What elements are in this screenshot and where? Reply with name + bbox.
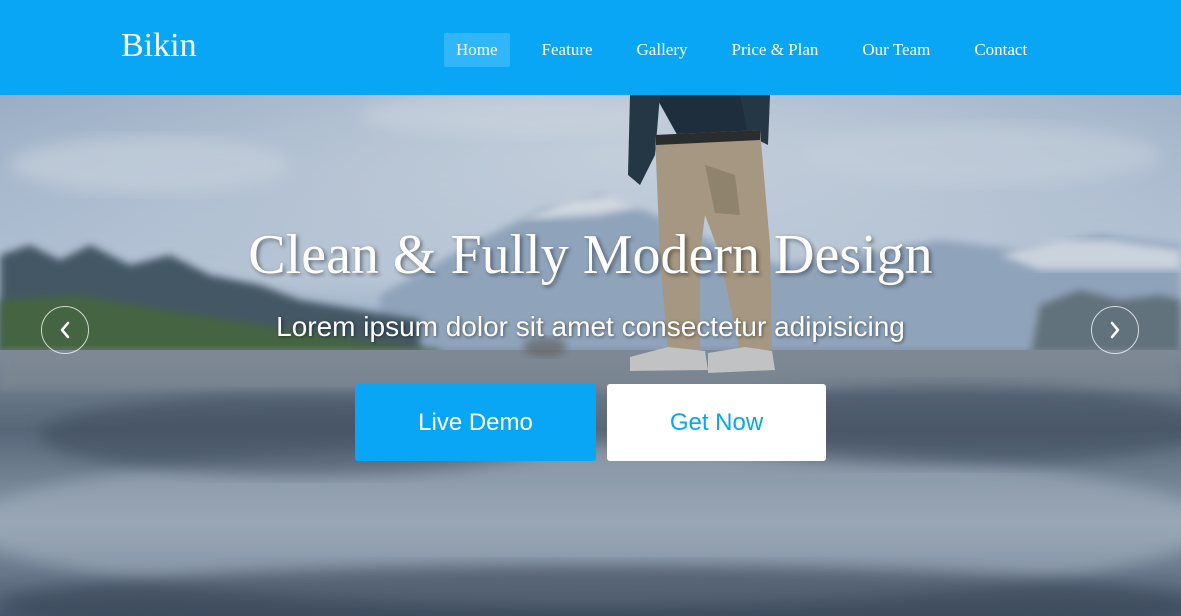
nav-item-gallery[interactable]: Gallery — [625, 33, 700, 67]
landing-page: Bikin Home Feature Gallery Price & Plan … — [0, 0, 1181, 616]
navbar: Bikin Home Feature Gallery Price & Plan … — [0, 0, 1181, 95]
nav-item-price-plan[interactable]: Price & Plan — [720, 33, 831, 67]
nav-item-contact[interactable]: Contact — [962, 33, 1039, 67]
nav-item-feature[interactable]: Feature — [530, 33, 605, 67]
live-demo-button[interactable]: Live Demo — [355, 384, 596, 461]
get-now-button[interactable]: Get Now — [607, 384, 826, 461]
nav-item-home[interactable]: Home — [444, 33, 510, 67]
nav-item-our-team[interactable]: Our Team — [850, 33, 942, 67]
brand-logo[interactable]: Bikin — [121, 26, 197, 66]
hero-title: Clean & Fully Modern Design — [248, 224, 933, 286]
hero-background-image — [0, 95, 1181, 616]
main-nav: Home Feature Gallery Price & Plan Our Te… — [444, 33, 1039, 67]
hero-carousel: Clean & Fully Modern Design Lorem ipsum … — [0, 95, 1181, 616]
hero-subtitle: Lorem ipsum dolor sit amet consectetur a… — [276, 311, 905, 342]
